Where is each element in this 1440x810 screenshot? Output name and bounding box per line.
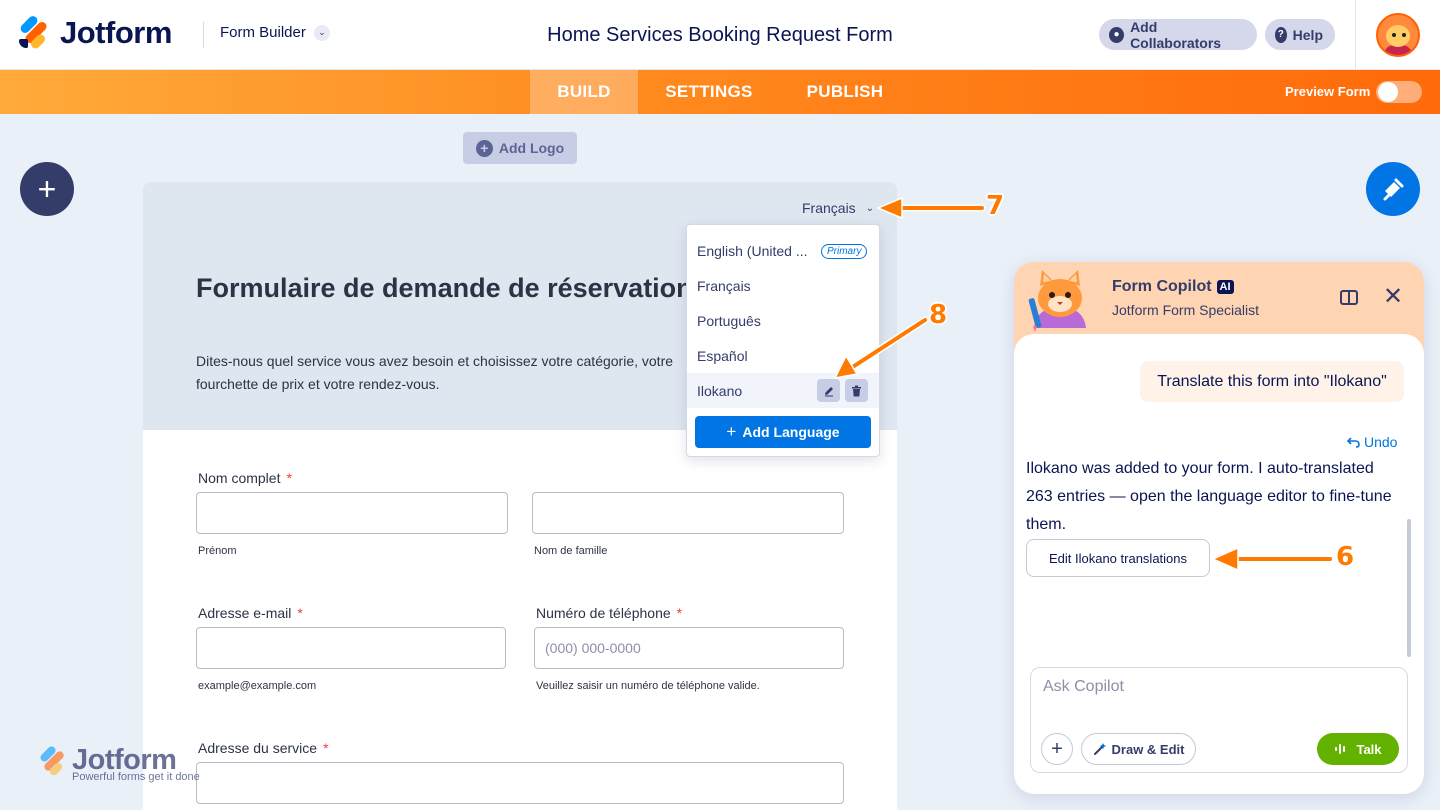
annotation-number: 7 (986, 191, 1005, 221)
language-option-francais[interactable]: Français (687, 268, 879, 303)
builder-nav: BUILD SETTINGS PUBLISH Preview Form (0, 70, 1440, 114)
trash-icon (852, 385, 861, 396)
preview-form-toggle[interactable] (1376, 81, 1422, 103)
phone-input[interactable]: (000) 000-0000 (534, 627, 844, 669)
assistant-message: Ilokano was added to your form. I auto-t… (1026, 460, 1392, 533)
attach-button[interactable]: + (1041, 733, 1073, 765)
talk-label: Talk (1356, 741, 1382, 757)
add-logo-label: Add Logo (498, 140, 565, 156)
draw-edit-button[interactable]: Draw & Edit (1081, 733, 1196, 765)
address-label: Adresse du service * (198, 740, 329, 756)
dock-panel-icon[interactable] (1340, 290, 1358, 305)
ai-badge: AI (1216, 280, 1234, 294)
first-name-hint: Prénom (198, 545, 237, 557)
plus-icon: + (37, 170, 57, 207)
language-option-english[interactable]: English (United ... Primary (687, 233, 879, 268)
language-option-label: Español (697, 347, 748, 364)
edit-translations-button[interactable]: Edit Ilokano translations (1026, 539, 1210, 577)
close-icon[interactable]: ✕ (1383, 285, 1403, 309)
copilot-input[interactable]: Ask Copilot (1043, 678, 1124, 696)
last-name-input[interactable] (532, 492, 844, 534)
jotform-logo[interactable]: Jotform (18, 14, 172, 51)
form-builder-label: Form Builder (220, 24, 306, 41)
question-icon: ? (1275, 26, 1287, 43)
add-collaborators-label: Add Collaborators (1130, 18, 1222, 51)
form-subheading[interactable]: Dites-nous quel service vous avez besoin… (196, 350, 716, 396)
language-option-label: Français (697, 277, 751, 294)
copilot-composer[interactable]: Ask Copilot + Draw & Edit Talk (1030, 667, 1408, 773)
brand-name: Jotform (60, 15, 172, 50)
phone-placeholder: (000) 000-0000 (545, 640, 641, 656)
add-language-button[interactable]: + Add Language (695, 416, 871, 448)
edit-language-button[interactable] (817, 379, 840, 402)
delete-language-button[interactable] (845, 379, 868, 402)
copilot-subtitle: Jotform Form Specialist (1112, 302, 1260, 318)
phone-hint: Veuillez saisir un numéro de téléphone v… (536, 680, 760, 692)
language-option-label: Português (697, 312, 761, 329)
plus-circle-icon: + (475, 139, 493, 157)
undo-label: Undo (1364, 434, 1398, 450)
language-option-espanol[interactable]: Español (687, 338, 879, 373)
language-option-label: Ilokano (697, 382, 743, 399)
form-designer-button[interactable] (1366, 162, 1420, 216)
form-builder-menu[interactable]: Form Builder ⌄ (220, 24, 330, 41)
watermark-tagline: Powerful forms get it done (72, 771, 200, 783)
pencil-icon (824, 386, 833, 396)
language-option-ilokano[interactable]: Ilokano (687, 373, 879, 408)
add-logo-button[interactable]: + Add Logo (463, 132, 577, 164)
chat-scrollbar[interactable] (1407, 519, 1411, 657)
user-message: Translate this form into "Ilokano" (1140, 361, 1404, 402)
form-title[interactable]: Home Services Booking Request Form (547, 24, 893, 46)
copilot-mascot-icon (1028, 270, 1086, 332)
magic-wand-icon (1093, 743, 1106, 755)
jotform-logo-icon (38, 744, 68, 777)
email-hint: example@example.com (198, 680, 317, 692)
divider (1355, 0, 1356, 70)
chevron-down-icon: ⌄ (313, 24, 330, 41)
language-selector[interactable]: Français ⌄ (802, 200, 874, 216)
draw-edit-label: Draw & Edit (1111, 741, 1185, 757)
address-input[interactable] (196, 762, 844, 804)
copilot-title: Form Copilot AI (1112, 278, 1234, 296)
phone-label: Numéro de téléphone * (536, 605, 683, 621)
last-name-hint: Nom de famille (534, 545, 608, 557)
jotform-watermark: Jotform Powerful forms get it done (38, 744, 200, 783)
form-heading[interactable]: Formulaire de demande de réservation de … (196, 268, 756, 309)
paint-roller-icon (1383, 178, 1404, 201)
tab-publish[interactable]: PUBLISH (788, 70, 902, 114)
preview-form-label: Preview Form (1285, 84, 1371, 99)
tab-settings[interactable]: SETTINGS (648, 70, 770, 114)
undo-icon (1347, 437, 1360, 448)
add-language-label: Add Language (742, 424, 840, 440)
add-collaborators-button[interactable]: ● Add Collaborators (1099, 18, 1257, 51)
language-dropdown: English (United ... Primary Français Por… (686, 224, 880, 457)
add-element-button[interactable]: + (20, 162, 74, 216)
email-input[interactable] (196, 627, 506, 669)
avatar[interactable] (1376, 13, 1420, 57)
language-selected: Français (802, 200, 856, 216)
annotation-number: 6 (1336, 542, 1355, 572)
help-button[interactable]: ? Help (1265, 19, 1335, 50)
top-header: Jotform Form Builder ⌄ Home Services Boo… (0, 0, 1440, 70)
tab-build[interactable]: BUILD (530, 70, 638, 114)
language-option-portugues[interactable]: Português (687, 303, 879, 338)
chevron-down-icon: ⌄ (865, 202, 875, 214)
copilot-panel: Form Copilot AI Jotform Form Specialist ✕… (1014, 262, 1424, 794)
undo-button[interactable]: Undo (1347, 434, 1397, 450)
talk-button[interactable]: Talk (1317, 733, 1399, 765)
email-label: Adresse e-mail * (198, 605, 303, 621)
jotform-logo-icon (18, 14, 50, 51)
audio-wave-icon (1335, 744, 1346, 754)
language-option-label: English (United ... (697, 242, 808, 259)
user-icon: ● (1109, 26, 1125, 43)
plus-icon: + (1051, 737, 1063, 760)
first-name-input[interactable] (196, 492, 508, 534)
primary-badge: Primary (821, 244, 868, 259)
copilot-chat: Translate this form into "Ilokano" Undo … (1014, 334, 1424, 794)
divider (203, 22, 204, 48)
full-name-label: Nom complet * (198, 470, 292, 486)
help-label: Help (1292, 26, 1323, 43)
plus-icon: + (726, 422, 737, 441)
annotation-number: 8 (929, 300, 948, 330)
